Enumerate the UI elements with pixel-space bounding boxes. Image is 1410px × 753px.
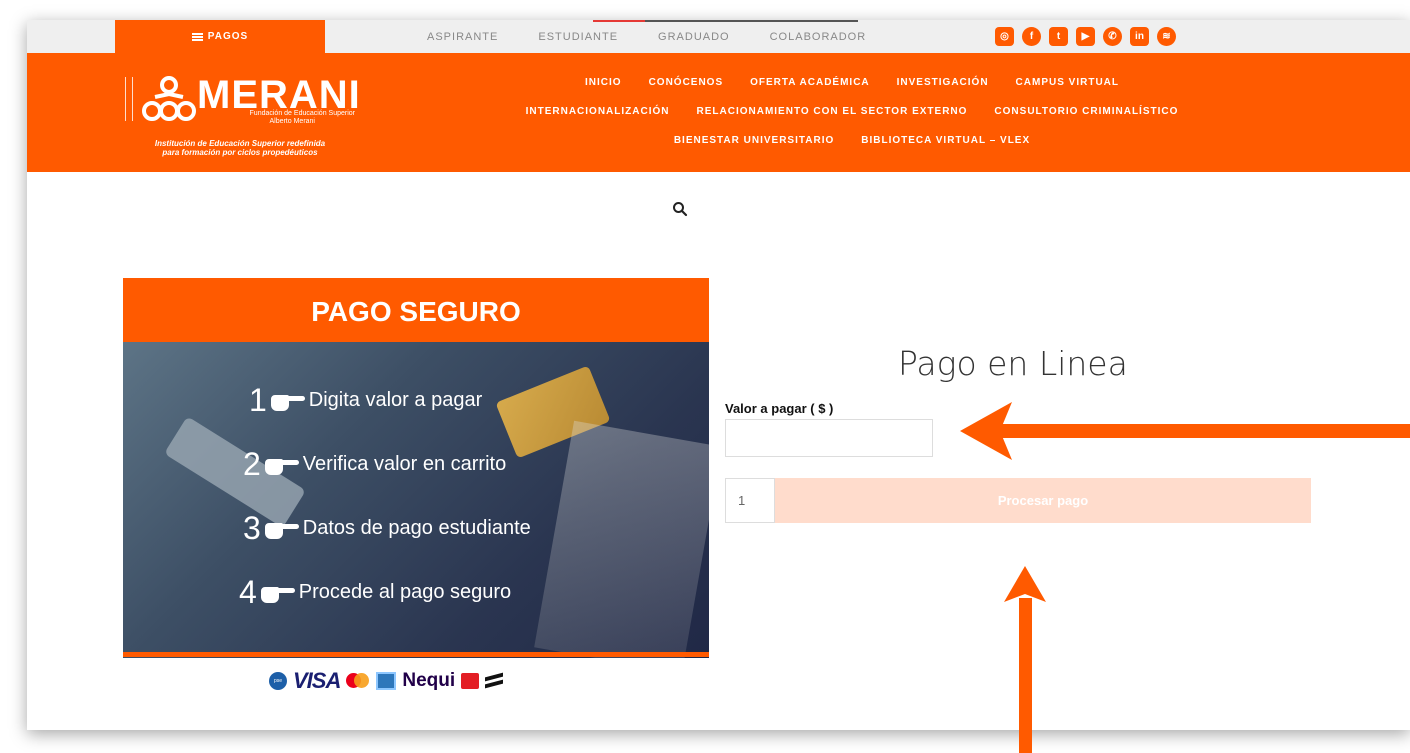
nequi-logo: Nequi (402, 670, 456, 691)
merani-logo[interactable]: MERANI Fundación de Educación Superior A… (125, 73, 360, 173)
logo-figure-icon (142, 76, 196, 121)
nav-bienestar-universitario[interactable]: BIENESTAR UNIVERSITARIO (674, 135, 834, 146)
pagos-button[interactable]: PAGOS (115, 20, 325, 53)
pointing-hand-icon (270, 391, 305, 411)
top-nav-aspirante[interactable]: ASPIRANTE (407, 31, 518, 43)
quantity-input[interactable] (725, 478, 775, 523)
step-item: 3 Datos de pago estudiante (243, 510, 531, 547)
nav-conocenos[interactable]: CONÓCENOS (649, 77, 724, 88)
pointing-hand-icon (264, 519, 299, 539)
site-header: MERANI Fundación de Educación Superior A… (27, 53, 1410, 172)
pagos-label: PAGOS (207, 31, 249, 42)
tagline-line: Institución de Educación Superior redefi… (154, 139, 326, 148)
main-nav: INICIO CONÓCENOS OFERTA ACADÉMICA INVEST… (487, 53, 1217, 155)
hair-image (534, 420, 709, 658)
step-text: Datos de pago estudiante (302, 517, 531, 539)
logo-subtitle-name: Alberto Merani (269, 118, 315, 125)
spotify-icon[interactable]: ≋ (1157, 27, 1176, 46)
nav-biblioteca-virtual[interactable]: BIBLIOTECA VIRTUAL – VLEX (861, 135, 1030, 146)
amount-input[interactable] (725, 419, 933, 457)
step-item: 2 Verifica valor en carrito (243, 446, 506, 483)
banner-title: PAGO SEGURO (123, 278, 709, 342)
step-number: 3 (243, 510, 261, 546)
browser-frame: PAGOS ASPIRANTE ESTUDIANTE GRADUADO COLA… (27, 20, 1410, 730)
youtube-icon[interactable]: ▶ (1076, 27, 1095, 46)
facebook-icon[interactable]: f (1022, 27, 1041, 46)
efecty-icon (461, 673, 480, 689)
nav-campus-virtual[interactable]: CAMPUS VIRTUAL (1016, 77, 1119, 88)
step-text: Verifica valor en carrito (302, 453, 507, 475)
main-nav-row: BIENESTAR UNIVERSITARIO BIBLIOTECA VIRTU… (487, 126, 1217, 155)
twitter-icon[interactable]: t (1049, 27, 1068, 46)
whatsapp-icon[interactable]: ✆ (1103, 27, 1122, 46)
main-nav-row: INICIO CONÓCENOS OFERTA ACADÉMICA INVEST… (487, 68, 1217, 97)
pointing-hand-icon (264, 455, 299, 475)
nav-relacionamiento[interactable]: RELACIONAMIENTO CON EL SECTOR EXTERNO (697, 106, 968, 117)
top-nav-estudiante[interactable]: ESTUDIANTE (518, 31, 638, 43)
payment-form-title: Pago en Linea (898, 344, 1128, 383)
banner-bottom-line (123, 652, 709, 657)
step-number: 4 (239, 574, 257, 610)
top-nav: ASPIRANTE ESTUDIANTE GRADUADO COLABORADO… (407, 20, 886, 53)
social-links: ◎ f t ▶ ✆ in ≋ (995, 27, 1176, 46)
nav-inicio[interactable]: INICIO (585, 77, 622, 88)
step-text: Digita valor a pagar (308, 389, 483, 411)
amount-label: Valor a pagar ( $ ) (725, 401, 834, 416)
step-item: 1 Digita valor a pagar (249, 382, 482, 419)
top-nav-graduado[interactable]: GRADUADO (638, 31, 750, 43)
nav-internacionalizacion[interactable]: INTERNACIONALIZACIÓN (526, 106, 670, 117)
payment-logos: pse VISA Nequi (269, 668, 503, 694)
top-bar: PAGOS ASPIRANTE ESTUDIANTE GRADUADO COLA… (27, 20, 1410, 53)
linkedin-icon[interactable]: in (1130, 27, 1149, 46)
pago-seguro-banner: PAGO SEGURO 1 Digita valor a pagar 2 Ver… (123, 278, 709, 658)
nav-oferta-academica[interactable]: OFERTA ACADÉMICA (750, 77, 870, 88)
instagram-icon[interactable]: ◎ (995, 27, 1014, 46)
logo-subtitle: Fundación de Educación Superior (249, 110, 355, 117)
step-text: Procede al pago seguro (298, 581, 512, 603)
search-icon[interactable] (672, 201, 688, 217)
menu-icon (191, 32, 203, 41)
pointing-hand-icon (260, 583, 295, 603)
logo-tagline: Institución de Educación Superior redefi… (125, 139, 355, 157)
american-express-icon (376, 672, 397, 690)
visa-logo: VISA (293, 668, 341, 693)
banner-photo: 1 Digita valor a pagar 2 Verifica valor … (123, 342, 709, 658)
step-number: 2 (243, 446, 261, 482)
nav-investigacion[interactable]: INVESTIGACIÓN (897, 77, 989, 88)
top-nav-colaborador[interactable]: COLABORADOR (750, 31, 887, 43)
tagline-line: para formación por ciclos propedéuticos (162, 148, 318, 157)
mastercard-icon (346, 672, 370, 690)
main-nav-row: INTERNACIONALIZACIÓN RELACIONAMIENTO CON… (487, 97, 1217, 126)
step-item: 4 Procede al pago seguro (239, 574, 511, 611)
nav-consultorio-criminalistico[interactable]: CONSULTORIO CRIMINALÍSTICO (994, 106, 1178, 117)
step-number: 1 (249, 382, 267, 418)
stripe-icon (485, 673, 503, 689)
logo-vertical-text (125, 77, 133, 121)
pse-icon: pse (269, 672, 287, 690)
process-payment-button[interactable]: Procesar pago (775, 478, 1311, 523)
